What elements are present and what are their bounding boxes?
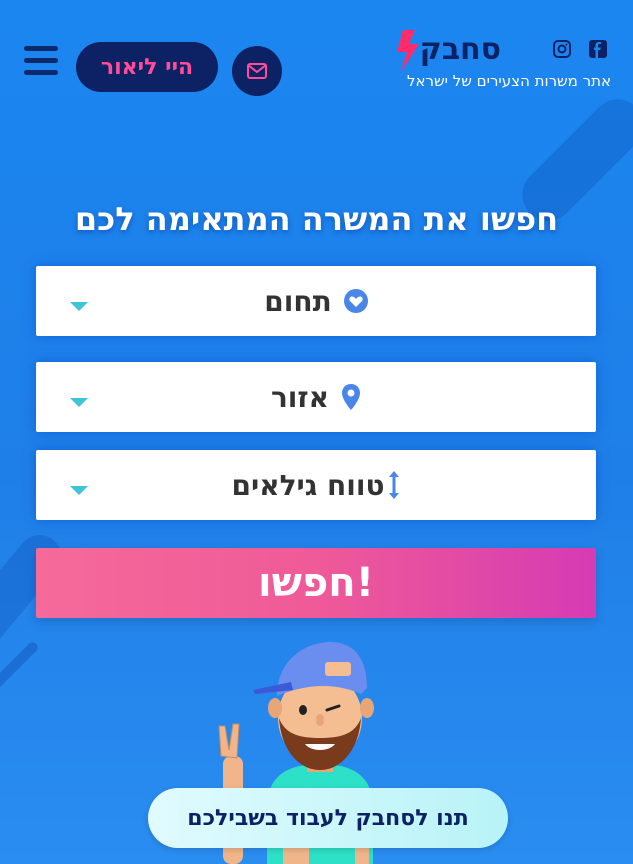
envelope-icon [247, 63, 267, 79]
chevron-down-icon [70, 398, 88, 407]
tagline: אתר משרות הצעירים של ישראל [406, 72, 611, 90]
lightning-bolt-icon [397, 30, 419, 72]
field-label: אזור [270, 380, 330, 414]
search-button[interactable]: חפשו! [36, 548, 596, 618]
field-label: טווח גילאים [231, 468, 385, 502]
logo[interactable]: סחבק אתר משרות הצעירים של ישראל [371, 30, 611, 100]
heart-icon [343, 289, 368, 313]
header: היי ליאור סחבק אתר משרות הצעירים של ישרא… [0, 0, 633, 120]
menu-hamburger-icon[interactable] [24, 46, 58, 76]
location-pin-icon [342, 384, 361, 410]
background-decoration [0, 640, 40, 690]
vertical-arrows-icon [388, 471, 399, 499]
field-age-range-select[interactable]: טווח גילאים [36, 450, 596, 520]
chevron-down-icon [70, 302, 88, 311]
field-label: תחום [264, 284, 332, 318]
page-title: חפשו את המשרה המתאימה לכם [74, 200, 559, 238]
field-region-select[interactable]: אזור [36, 362, 596, 432]
messages-button[interactable] [232, 46, 282, 96]
chevron-down-icon [70, 486, 88, 495]
user-greeting-button[interactable]: היי ליאור [76, 42, 218, 92]
cta-button[interactable]: תנו לסחבק לעבוד בשבילכם [148, 788, 508, 848]
field-category-select[interactable]: תחום [36, 266, 596, 336]
logo-text: סחבק [419, 32, 501, 67]
